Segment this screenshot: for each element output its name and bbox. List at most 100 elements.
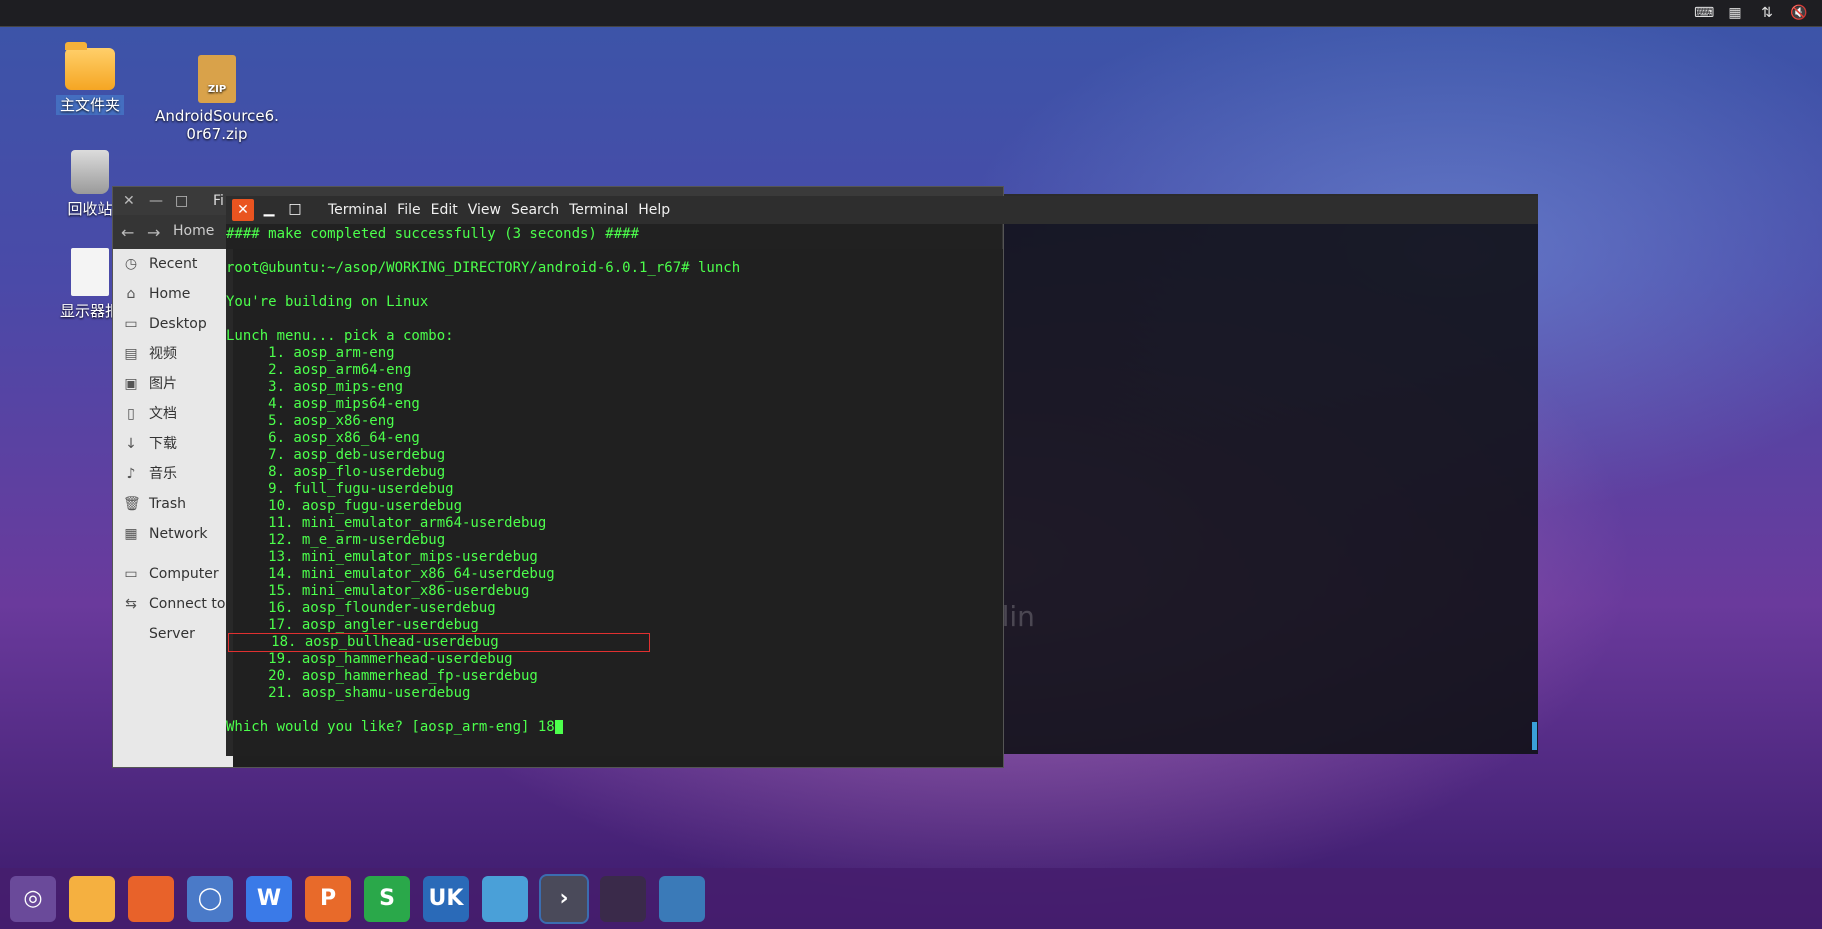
sidebar-item-home[interactable]: ⌂ Home — [113, 279, 233, 309]
terminal-prompt[interactable]: Which would you like? [aosp_arm-eng] 18 — [226, 719, 1002, 736]
close-icon[interactable]: ✕ — [232, 199, 254, 221]
wps-presentation-icon[interactable]: P — [305, 876, 351, 922]
workspace-icon[interactable] — [659, 876, 705, 922]
menu-terminal[interactable]: Terminal — [569, 202, 628, 218]
network-icon[interactable]: ⇅ — [1758, 4, 1776, 22]
combo-option: 21. aosp_shamu-userdebug — [226, 685, 471, 701]
sidebar-item-label: 下载 — [149, 436, 177, 452]
sidebar-item-computer[interactable]: ▭ Computer — [113, 559, 233, 589]
maximize-icon[interactable]: □ — [175, 193, 188, 209]
sidebar-item-trash[interactable]: 🗑 Trash — [113, 489, 233, 519]
back-icon[interactable]: ← — [121, 223, 134, 242]
forward-icon[interactable]: → — [147, 223, 160, 242]
browser-icon[interactable]: ◯ — [187, 876, 233, 922]
desktop-icon-home[interactable]: 主文件夹 — [25, 42, 155, 115]
sidebar-item-label: 图片 — [149, 376, 177, 392]
combo-option: 11. mini_emulator_arm64-userdebug — [226, 515, 547, 531]
file-manager-sidebar: ◷ Recent ⌂ Home ▭ Desktop ▤ 视频 ▣ 图片 ▯ 文档 ↓ 下载 ♪… — [113, 249, 233, 767]
wps-writer-icon[interactable]: W — [246, 876, 292, 922]
desktop-icon-zip[interactable]: ZIP AndroidSource6.0r67.zip — [152, 55, 282, 143]
terminal-titlebar: ✕ ▁ □ Terminal File Edit View Search Ter… — [226, 196, 1538, 224]
menu-file[interactable]: File — [397, 202, 420, 218]
close-icon[interactable]: ✕ — [123, 193, 135, 209]
combo-option: 12. m_e_arm-userdebug — [226, 532, 446, 548]
text-cursor — [554, 720, 563, 734]
minimize-icon[interactable]: ▁ — [258, 199, 280, 221]
sidebar-item-downloads[interactable]: ↓ 下载 — [113, 429, 233, 459]
combo-option: 17. aosp_angler-userdebug — [226, 617, 479, 633]
menu-terminal-app[interactable]: Terminal — [328, 202, 387, 218]
sidebar-item-label: 音乐 — [149, 466, 177, 482]
volume-mute-icon[interactable]: 🔇 — [1790, 4, 1808, 22]
picture-icon: ▣ — [124, 376, 138, 392]
menu-search[interactable]: Search — [511, 202, 559, 218]
firefox-icon[interactable] — [128, 876, 174, 922]
terminal-line: You're building on Linux — [226, 294, 429, 310]
sidebar-item-label: Recent — [149, 256, 198, 272]
system-tray: ⌨ ▦ ⇅ 🔇 — [1694, 4, 1808, 22]
breadcrumb-home[interactable]: Home — [173, 223, 214, 239]
sidebar-item-network[interactable]: ▦ Network — [113, 519, 233, 549]
desktop-icon-label: 回收站 — [67, 200, 113, 218]
combo-option: 16. aosp_flounder-userdebug — [226, 600, 496, 616]
software-center-icon[interactable]: UK — [423, 876, 469, 922]
combo-option: 13. mini_emulator_mips-userdebug — [226, 549, 538, 565]
recorder-icon[interactable] — [600, 876, 646, 922]
terminal-line: root@ubuntu:~/asop/WORKING_DIRECTORY/and… — [226, 260, 741, 276]
computer-icon: ▭ — [124, 566, 138, 582]
sidebar-item-video[interactable]: ▤ 视频 — [113, 339, 233, 369]
desktop-icon-label: 主文件夹 — [55, 95, 124, 115]
sidebar-item-label: Network — [149, 526, 208, 542]
scrollbar-indicator[interactable] — [1532, 722, 1537, 750]
sidebar-item-music[interactable]: ♪ 音乐 — [113, 459, 233, 489]
sidebar-item-pictures[interactable]: ▣ 图片 — [113, 369, 233, 399]
combo-option: 7. aosp_deb-userdebug — [226, 447, 446, 463]
sidebar-item-recent[interactable]: ◷ Recent — [113, 249, 233, 279]
file-manager-icon[interactable] — [69, 876, 115, 922]
terminal-menubar: Terminal File Edit View Search Terminal … — [328, 202, 670, 218]
music-icon: ♪ — [126, 466, 136, 482]
desktop-icon: ▭ — [124, 316, 138, 332]
combo-highlighted: 18. aosp_bullhead-userdebug — [228, 633, 650, 652]
menu-view[interactable]: View — [468, 202, 501, 218]
terminal-output[interactable]: #### make completed successfully (3 seco… — [226, 226, 1002, 736]
home-icon: ⌂ — [126, 286, 136, 302]
combo-option: 14. mini_emulator_x86_64-userdebug — [226, 566, 555, 582]
download-icon: ↓ — [125, 436, 137, 452]
combo-option: 4. aosp_mips64-eng — [226, 396, 420, 412]
combo-option: 19. aosp_hammerhead-userdebug — [226, 651, 513, 667]
desktop-icon-label: 显示器报 — [59, 302, 120, 320]
clock-icon: ◷ — [124, 256, 138, 272]
menu-edit[interactable]: Edit — [431, 202, 458, 218]
kylin-assistant-icon[interactable] — [482, 876, 528, 922]
menu-help[interactable]: Help — [638, 202, 670, 218]
combo-option: 3. aosp_mips-eng — [226, 379, 404, 395]
wps-spreadsheet-icon[interactable]: S — [364, 876, 410, 922]
sidebar-item-documents[interactable]: ▯ 文档 — [113, 399, 233, 429]
minimize-icon[interactable]: — — [149, 193, 163, 209]
keyboard-icon[interactable]: ⌨ — [1694, 4, 1714, 22]
sidebar-item-label: Computer — [149, 566, 219, 582]
terminal-icon[interactable]: › — [539, 874, 589, 924]
combo-option: 15. mini_emulator_x86-userdebug — [226, 583, 530, 599]
combo-option: 5. aosp_x86-eng — [226, 413, 395, 429]
trash-icon: 🗑 — [123, 496, 141, 512]
top-panel: ⌨ ▦ ⇅ 🔇 — [0, 0, 1822, 27]
calendar-icon[interactable]: ▦ — [1726, 4, 1744, 22]
start-menu-icon[interactable]: ◎ — [10, 876, 56, 922]
sidebar-item-desktop[interactable]: ▭ Desktop — [113, 309, 233, 339]
sidebar-item-label: Desktop — [149, 316, 207, 332]
combo-option: 6. aosp_x86_64-eng — [226, 430, 420, 446]
terminal-line: #### make completed successfully (3 seco… — [226, 226, 640, 242]
background-window — [990, 194, 1538, 754]
maximize-icon[interactable]: □ — [284, 199, 306, 221]
sidebar-item-connect-server[interactable]: ⇆ Connect to Server — [113, 589, 233, 642]
combo-option: 9. full_fugu-userdebug — [226, 481, 454, 497]
dock: ◎ ◯ W P S UK › — [0, 868, 1822, 929]
server-icon: ⇆ — [125, 596, 137, 612]
file-manager-title: Fi — [213, 193, 224, 209]
